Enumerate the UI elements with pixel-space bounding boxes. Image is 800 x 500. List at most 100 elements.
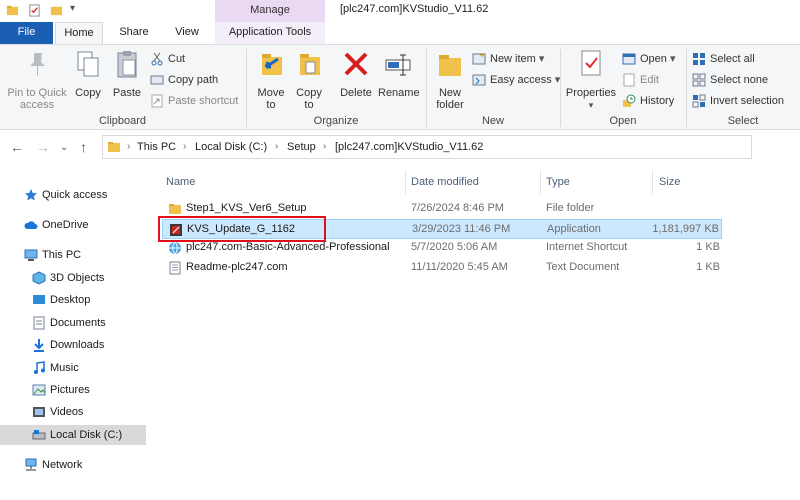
- paste-icon: [117, 51, 137, 78]
- properties-small-icon[interactable]: [28, 4, 41, 17]
- column-divider[interactable]: [540, 170, 541, 194]
- tab-view[interactable]: View: [162, 22, 212, 44]
- pictures-icon: [32, 384, 46, 396]
- invert-selection-icon: [692, 94, 706, 108]
- move-to-label: Move to: [257, 87, 285, 111]
- history-icon: [623, 94, 636, 107]
- file-size: 1 KB: [696, 261, 720, 273]
- copy-to-label: Copy to: [296, 87, 322, 111]
- properties-icon: [581, 50, 601, 76]
- nav-this-pc-label: This PC: [42, 249, 82, 261]
- nav-quick-access-label: Quick access: [42, 189, 108, 201]
- new-item-button[interactable]: New item ▾: [472, 51, 544, 67]
- edit-icon: [623, 73, 635, 87]
- select-none-label: Select none: [710, 74, 769, 86]
- copy-to-button[interactable]: Copy to: [292, 49, 326, 111]
- copy-path-label: Copy path: [168, 74, 219, 86]
- paste-label: Paste: [112, 87, 142, 99]
- copy-path-button[interactable]: Copy path: [150, 72, 218, 88]
- paste-shortcut-icon: [151, 94, 163, 108]
- new-folder-button[interactable]: New folder: [430, 49, 470, 111]
- pin-to-quick-access-button[interactable]: Pin to Quick access: [4, 49, 70, 111]
- internet-shortcut-icon: [169, 241, 181, 255]
- select-all-icon: [693, 53, 705, 65]
- history-label: History: [640, 95, 675, 107]
- column-header-size[interactable]: Size: [659, 176, 680, 188]
- open-icon: [622, 53, 636, 65]
- rename-button[interactable]: Rename: [378, 49, 420, 99]
- customize-qat-icon[interactable]: ▾: [70, 3, 75, 14]
- file-row[interactable]: Readme-plc247.com 11/11/2020 5:45 AM Tex…: [162, 258, 722, 278]
- new-group-label: New: [481, 115, 504, 127]
- ribbon-separator: [426, 49, 427, 127]
- select-all-button[interactable]: Select all: [692, 51, 755, 67]
- breadcrumb-this-pc[interactable]: This PC: [137, 141, 176, 153]
- move-to-button[interactable]: Move to: [252, 49, 290, 111]
- delete-label: Delete: [340, 87, 372, 99]
- file-size: 1,181,997 KB: [652, 223, 719, 235]
- invert-selection-label: Invert selection: [710, 95, 784, 107]
- invert-selection-button[interactable]: Invert selection: [692, 93, 784, 109]
- paste-shortcut-button[interactable]: Paste shortcut: [150, 93, 238, 109]
- tab-application-tools[interactable]: Application Tools: [215, 22, 325, 44]
- tab-file[interactable]: File: [0, 22, 53, 44]
- rename-icon: [385, 54, 411, 76]
- select-none-button[interactable]: Select none: [692, 72, 768, 88]
- nav-3d-objects-label: 3D Objects: [50, 272, 105, 284]
- column-divider[interactable]: [652, 170, 653, 194]
- folder-small-icon: [6, 5, 19, 16]
- column-header-date-modified[interactable]: Date modified: [411, 176, 479, 188]
- breadcrumb-separator-icon: ›: [127, 141, 131, 152]
- back-arrow-icon[interactable]: ←: [10, 139, 24, 155]
- column-header-type[interactable]: Type: [546, 176, 570, 188]
- nav-pictures[interactable]: Pictures: [0, 380, 146, 400]
- network-icon: [25, 458, 37, 471]
- file-size: 1 KB: [696, 241, 720, 253]
- nav-this-pc[interactable]: This PC: [0, 245, 146, 265]
- tab-home[interactable]: Home: [55, 22, 103, 44]
- breadcrumb-separator-icon: ›: [275, 141, 279, 152]
- edit-button[interactable]: Edit: [622, 72, 659, 88]
- window-title: [plc247.com]KVStudio_V11.62: [340, 3, 489, 15]
- title-bar: ▾ Manage [plc247.com]KVStudio_V11.62: [0, 0, 800, 22]
- delete-x-icon: [344, 52, 368, 76]
- nav-network[interactable]: Network: [0, 455, 146, 475]
- open-button[interactable]: Open ▾: [622, 51, 676, 67]
- nav-videos[interactable]: Videos: [0, 402, 146, 422]
- nav-desktop[interactable]: Desktop: [0, 290, 146, 310]
- breadcrumb-setup[interactable]: Setup: [287, 141, 316, 153]
- paste-shortcut-label: Paste shortcut: [168, 95, 239, 107]
- copy-button[interactable]: Copy: [72, 49, 104, 99]
- forward-arrow-icon[interactable]: →: [36, 139, 50, 155]
- star-icon: [25, 189, 37, 201]
- open-group-label: Open: [609, 115, 637, 127]
- copy-to-icon: [300, 54, 320, 75]
- breadcrumb-current-folder[interactable]: [plc247.com]KVStudio_V11.62: [335, 141, 483, 153]
- easy-access-button[interactable]: Easy access ▾: [472, 72, 560, 88]
- column-header-name[interactable]: Name: [166, 176, 195, 188]
- recent-locations-chevron-icon[interactable]: ⌄: [60, 142, 68, 153]
- nav-music[interactable]: Music: [0, 358, 146, 378]
- cut-button[interactable]: Cut: [150, 51, 185, 67]
- tab-share[interactable]: Share: [110, 22, 158, 44]
- nav-music-label: Music: [50, 362, 79, 374]
- nav-3d-objects[interactable]: 3D Objects: [0, 268, 146, 288]
- column-divider[interactable]: [405, 170, 406, 194]
- nav-downloads[interactable]: Downloads: [0, 335, 146, 355]
- breadcrumb-local-disk[interactable]: Local Disk (C:): [195, 141, 267, 153]
- nav-quick-access[interactable]: Quick access: [0, 185, 146, 205]
- new-folder-small-icon[interactable]: [50, 4, 63, 17]
- nav-documents[interactable]: Documents: [0, 313, 146, 333]
- properties-button[interactable]: Properties ▾: [564, 49, 618, 111]
- rename-label: Rename: [378, 87, 420, 99]
- text-document-icon: [169, 261, 181, 275]
- history-button[interactable]: History: [622, 93, 674, 109]
- nav-local-disk[interactable]: Local Disk (C:): [0, 425, 146, 445]
- address-bar[interactable]: › This PC › Local Disk (C:) › Setup › [p…: [102, 135, 752, 159]
- file-type: Text Document: [546, 261, 620, 273]
- paste-button[interactable]: Paste: [110, 49, 144, 99]
- delete-button[interactable]: Delete: [338, 49, 374, 99]
- easy-access-icon: [472, 74, 486, 86]
- up-arrow-icon[interactable]: ↑: [80, 139, 87, 155]
- nav-onedrive[interactable]: OneDrive: [0, 215, 146, 235]
